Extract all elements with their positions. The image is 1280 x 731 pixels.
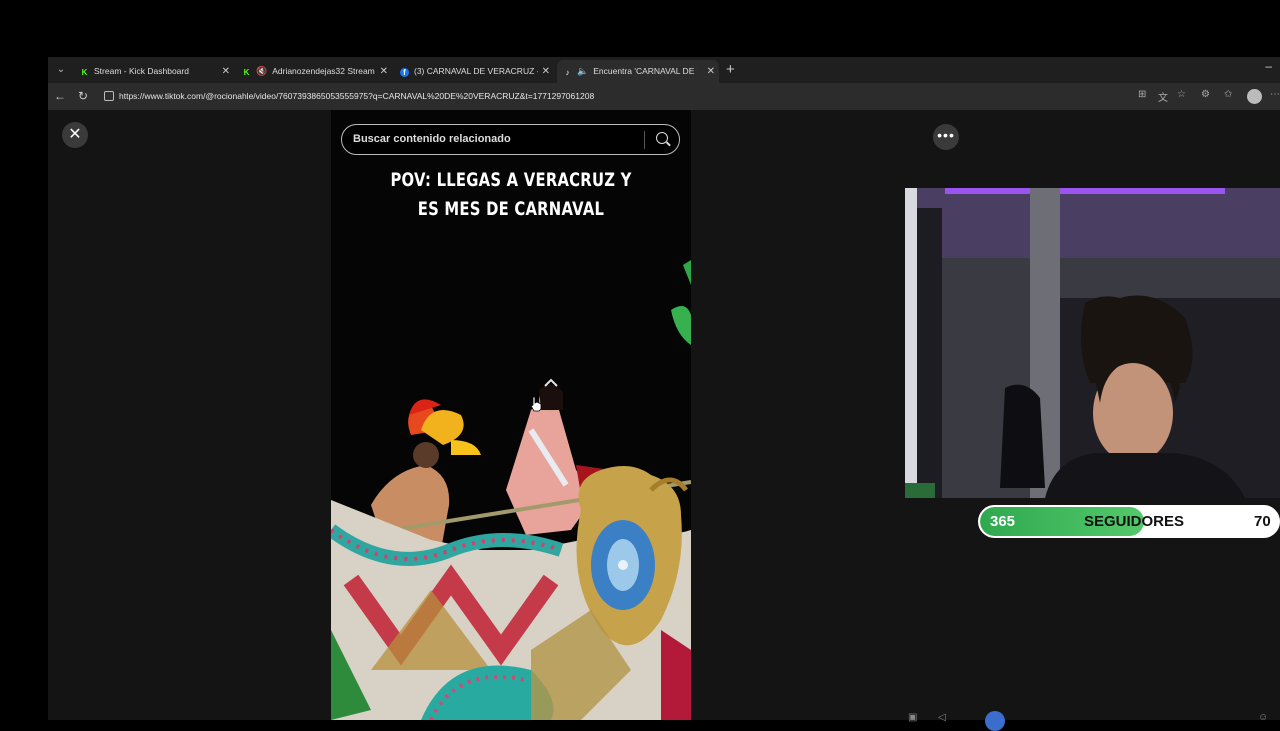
caption-line-1: POV: LLEGAS A VERACRUZ Y (390, 169, 632, 191)
webcam-feed-image (905, 188, 1280, 498)
streamer-webcam (905, 188, 1280, 498)
kick-icon: K (81, 68, 88, 77)
tab-label: Encuentra 'CARNAVAL DE VE (593, 66, 698, 76)
emoji-icon[interactable]: ☺ (1258, 712, 1268, 723)
translate-icon[interactable]: 文 (1158, 89, 1168, 104)
lock-icon (104, 91, 114, 101)
back-arrow-icon[interactable]: ← (54, 89, 66, 103)
close-video-button[interactable]: ✕ (62, 122, 88, 148)
related-search-input[interactable]: Buscar contenido relacionado (341, 124, 680, 155)
video-player[interactable]: Buscar contenido relacionado POV: LLEGAS… (331, 110, 691, 720)
caption-icon[interactable]: ▣ (908, 712, 917, 723)
search-divider (644, 131, 645, 149)
speaker-icon[interactable]: 🔈 (577, 66, 588, 76)
followers-goal: 70 (1254, 513, 1271, 530)
tab-bar: ⌄ K Stream - Kick Dashboard ✕ K 🔇 Adrianoze… (48, 57, 1280, 83)
close-tab-icon[interactable]: ✕ (380, 60, 388, 83)
extensions-icon[interactable]: ⚙ (1201, 89, 1210, 100)
volume-icon[interactable]: ◁ (938, 712, 946, 723)
screen-top-margin (0, 0, 1280, 57)
tab-list-button[interactable]: ⌄ (52, 61, 70, 79)
profile-avatar[interactable] (1247, 89, 1262, 104)
tab-label: Stream - Kick Dashboard (94, 66, 189, 76)
avatar (985, 711, 1005, 731)
more-menu-icon[interactable]: ⋯ (1270, 89, 1280, 100)
followers-goal-bar: 365 SEGUIDORES 70 (978, 505, 1280, 538)
app-available-icon[interactable]: ⊞ (1138, 89, 1146, 100)
kick-icon: K (243, 68, 250, 77)
video-caption: POV: LLEGAS A VERACRUZ Y ES MES DE CARNA… (371, 166, 652, 224)
tab-kick-stream[interactable]: K 🔇 Adrianozendejas32 Stream - V ✕ (236, 60, 392, 83)
facebook-icon: f (400, 68, 409, 77)
followers-label: SEGUIDORES (1084, 513, 1185, 530)
close-tab-icon[interactable]: ✕ (707, 60, 715, 83)
muted-speaker-icon[interactable]: 🔇 (256, 66, 267, 76)
favorites-icon[interactable]: ✩ (1224, 89, 1232, 100)
tiktok-page: ✕ Buscar contenido relacionado POV: LLEG… (48, 110, 1280, 731)
tab-label: (3) CARNAVAL DE VERACRUZ - Re (414, 66, 538, 76)
search-placeholder: Buscar contenido relacionado (353, 133, 511, 145)
minimize-button[interactable]: – (1265, 59, 1272, 73)
tab-tiktok-search[interactable]: ♪ 🔈 Encuentra 'CARNAVAL DE VE ✕ (557, 60, 719, 83)
tab-facebook-carnaval[interactable]: f (3) CARNAVAL DE VERACRUZ - Re ✕ (394, 60, 554, 83)
favorite-star-icon[interactable]: ☆ (1177, 89, 1186, 100)
caption-line-2: ES MES DE CARNAVAL (417, 198, 605, 220)
browser-window: ⌄ K Stream - Kick Dashboard ✕ K 🔇 Adrianoze… (48, 57, 1280, 731)
url-text: https://www.tiktok.com/@rocionahle/video… (119, 91, 595, 101)
more-options-button[interactable]: ••• (933, 124, 959, 150)
reload-icon[interactable]: ↻ (78, 89, 88, 103)
tab-label: Adrianozendejas32 Stream - V (272, 66, 376, 76)
hand-cursor-icon (530, 396, 542, 412)
address-bar: ← ↻ https://www.tiktok.com/@rocionahle/v… (48, 83, 1280, 110)
new-tab-button[interactable]: + (726, 61, 735, 79)
tiktok-icon: ♪ (565, 68, 570, 77)
close-tab-icon[interactable]: ✕ (222, 60, 230, 83)
followers-count: 365 (990, 513, 1016, 530)
search-icon[interactable] (656, 132, 668, 144)
tab-kick-dashboard[interactable]: K Stream - Kick Dashboard ✕ (74, 60, 234, 83)
url-field[interactable]: https://www.tiktok.com/@rocionahle/video… (100, 86, 1130, 107)
close-tab-icon[interactable]: ✕ (542, 60, 550, 83)
